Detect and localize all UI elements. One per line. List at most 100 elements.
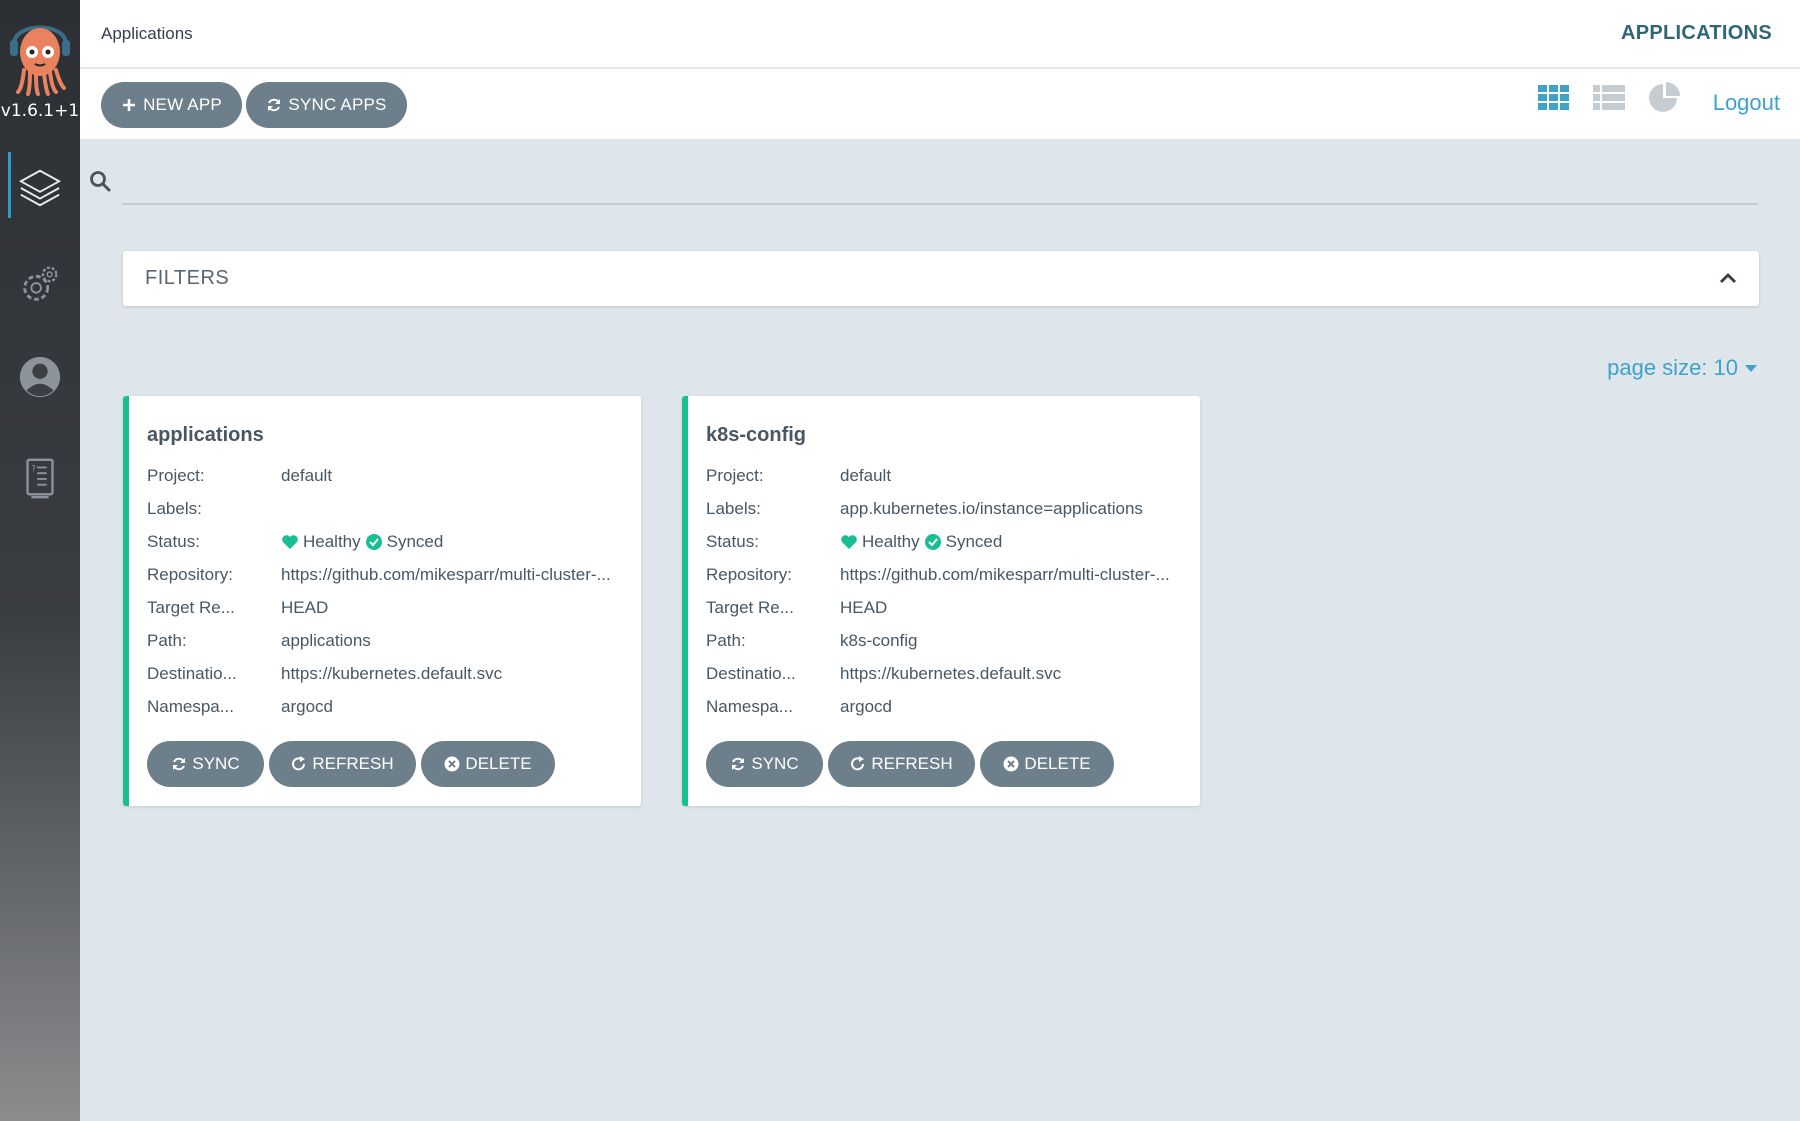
project-row: Project: default <box>147 466 647 490</box>
status-row: Status: Healthy Synced <box>147 532 647 556</box>
destination-row: Destinatio... https://kubernetes.default.… <box>706 664 1206 688</box>
target-value: HEAD <box>840 598 888 617</box>
field-label: Project: <box>706 466 764 485</box>
sidebar-item-documentation[interactable]: ? <box>0 438 80 518</box>
page-title: APPLICATIONS <box>1620 22 1772 44</box>
project-value: default <box>281 466 333 485</box>
refresh-button[interactable]: REFRESH <box>269 741 416 787</box>
refresh-button[interactable]: REFRESH <box>828 741 975 787</box>
page-size-dropdown[interactable]: page size: 10 <box>1607 355 1758 381</box>
field-label: Labels: <box>706 499 761 518</box>
target-row: Target Re... HEAD <box>706 598 1206 622</box>
sidebar-item-applications[interactable] <box>0 148 80 228</box>
field-label: Path: <box>147 631 187 650</box>
check-circle-icon <box>924 534 941 550</box>
search-icon <box>90 171 111 192</box>
field-label: Destinatio... <box>147 664 237 683</box>
field-label: Repository: <box>706 565 792 584</box>
sync-apps-button[interactable]: SYNC APPS <box>246 82 407 128</box>
sync-button[interactable]: SYNC <box>147 741 264 787</box>
path-row: Path: k8s-config <box>706 631 1206 655</box>
field-label: Status: <box>706 532 759 551</box>
repository-row: Repository: https://github.com/mikesparr/… <box>147 565 647 589</box>
sidebar: v1.6.1+1 ? <box>0 0 80 1121</box>
field-label: Namespa... <box>706 697 793 716</box>
field-label: Repository: <box>147 565 233 584</box>
labels-value: app.kubernetes.io/instance=applications <box>840 499 1143 518</box>
sync-status: Synced <box>386 532 444 551</box>
sync-label: SYNC <box>192 754 240 773</box>
toolbar: NEW APP SYNC APPS Logout <box>80 69 1800 139</box>
namespace-row: Namespa... argocd <box>706 697 1206 721</box>
sync-label: SYNC <box>751 754 799 773</box>
version-label: v1.6.1+1 <box>0 101 80 121</box>
caret-down-icon <box>1745 365 1757 372</box>
top-header: Applications APPLICATIONS <box>80 0 1800 68</box>
destination-value: https://kubernetes.default.svc <box>840 664 1062 683</box>
repository-value[interactable]: https://github.com/mikesparr/multi-clust… <box>281 565 639 585</box>
refresh-icon <box>851 756 865 771</box>
field-label: Namespa... <box>147 697 234 716</box>
refresh-label: REFRESH <box>871 754 953 773</box>
user-icon <box>19 356 61 398</box>
tiles-view-icon[interactable] <box>1536 80 1572 116</box>
app-name[interactable]: k8s-config <box>706 424 806 447</box>
sync-icon <box>173 757 186 771</box>
delete-button[interactable]: DELETE <box>421 741 555 787</box>
target-row: Target Re... HEAD <box>147 598 647 622</box>
heart-icon <box>841 535 857 549</box>
times-circle-icon <box>1003 756 1019 772</box>
project-value: default <box>840 466 892 485</box>
delete-button[interactable]: DELETE <box>980 741 1114 787</box>
field-label: Status: <box>147 532 200 551</box>
namespace-value: argocd <box>840 697 892 716</box>
list-view-icon[interactable] <box>1591 80 1627 116</box>
layers-icon <box>18 169 62 207</box>
heart-icon <box>282 535 298 549</box>
path-value: applications <box>281 631 371 650</box>
path-row: Path: applications <box>147 631 647 655</box>
repository-value[interactable]: https://github.com/mikesparr/multi-clust… <box>840 565 1198 585</box>
app-card[interactable]: applications Project: default Labels: Sta… <box>123 396 641 806</box>
repository-row: Repository: https://github.com/mikesparr/… <box>706 565 1206 589</box>
sidebar-item-settings[interactable] <box>0 244 80 324</box>
namespace-value: argocd <box>281 697 333 716</box>
logout-link[interactable]: Logout <box>1713 90 1780 116</box>
chevron-up-icon[interactable] <box>1717 267 1739 289</box>
status-row: Status: Healthy Synced <box>706 532 1206 556</box>
sync-button[interactable]: SYNC <box>706 741 823 787</box>
app-name[interactable]: applications <box>147 424 264 447</box>
app-card[interactable]: k8s-config Project: default Labels: app.ku… <box>682 396 1200 806</box>
target-value: HEAD <box>281 598 329 617</box>
destination-value: https://kubernetes.default.svc <box>281 664 503 683</box>
destination-row: Destinatio... https://kubernetes.default.… <box>147 664 647 688</box>
page-size-label: page size: 10 <box>1607 355 1738 380</box>
argo-logo[interactable] <box>8 12 72 96</box>
sync-status: Synced <box>945 532 1003 551</box>
path-value: k8s-config <box>840 631 918 650</box>
namespace-row: Namespa... argocd <box>147 697 647 721</box>
sync-apps-label: SYNC APPS <box>288 95 387 114</box>
health-status: Healthy <box>862 532 920 551</box>
field-label: Target Re... <box>147 598 235 617</box>
field-label: Target Re... <box>706 598 794 617</box>
refresh-label: REFRESH <box>312 754 394 773</box>
new-app-button[interactable]: NEW APP <box>101 82 242 128</box>
sync-icon <box>268 98 281 112</box>
new-app-label: NEW APP <box>143 95 222 114</box>
field-label: Destinatio... <box>706 664 796 683</box>
filters-panel[interactable]: FILTERS <box>123 251 1759 306</box>
docs-icon: ? <box>26 458 54 499</box>
sidebar-item-user-info[interactable] <box>0 337 80 417</box>
field-label: Path: <box>706 631 746 650</box>
breadcrumb[interactable]: Applications <box>101 24 193 44</box>
field-label: Labels: <box>147 499 202 518</box>
refresh-icon <box>292 756 306 771</box>
project-row: Project: default <box>706 466 1206 490</box>
search-input[interactable] <box>122 163 1758 205</box>
svg-text:?: ? <box>31 464 36 474</box>
gear-icon <box>23 266 58 301</box>
labels-row: Labels: <box>147 499 647 523</box>
summary-view-icon[interactable] <box>1646 80 1682 116</box>
sync-icon <box>732 757 745 771</box>
